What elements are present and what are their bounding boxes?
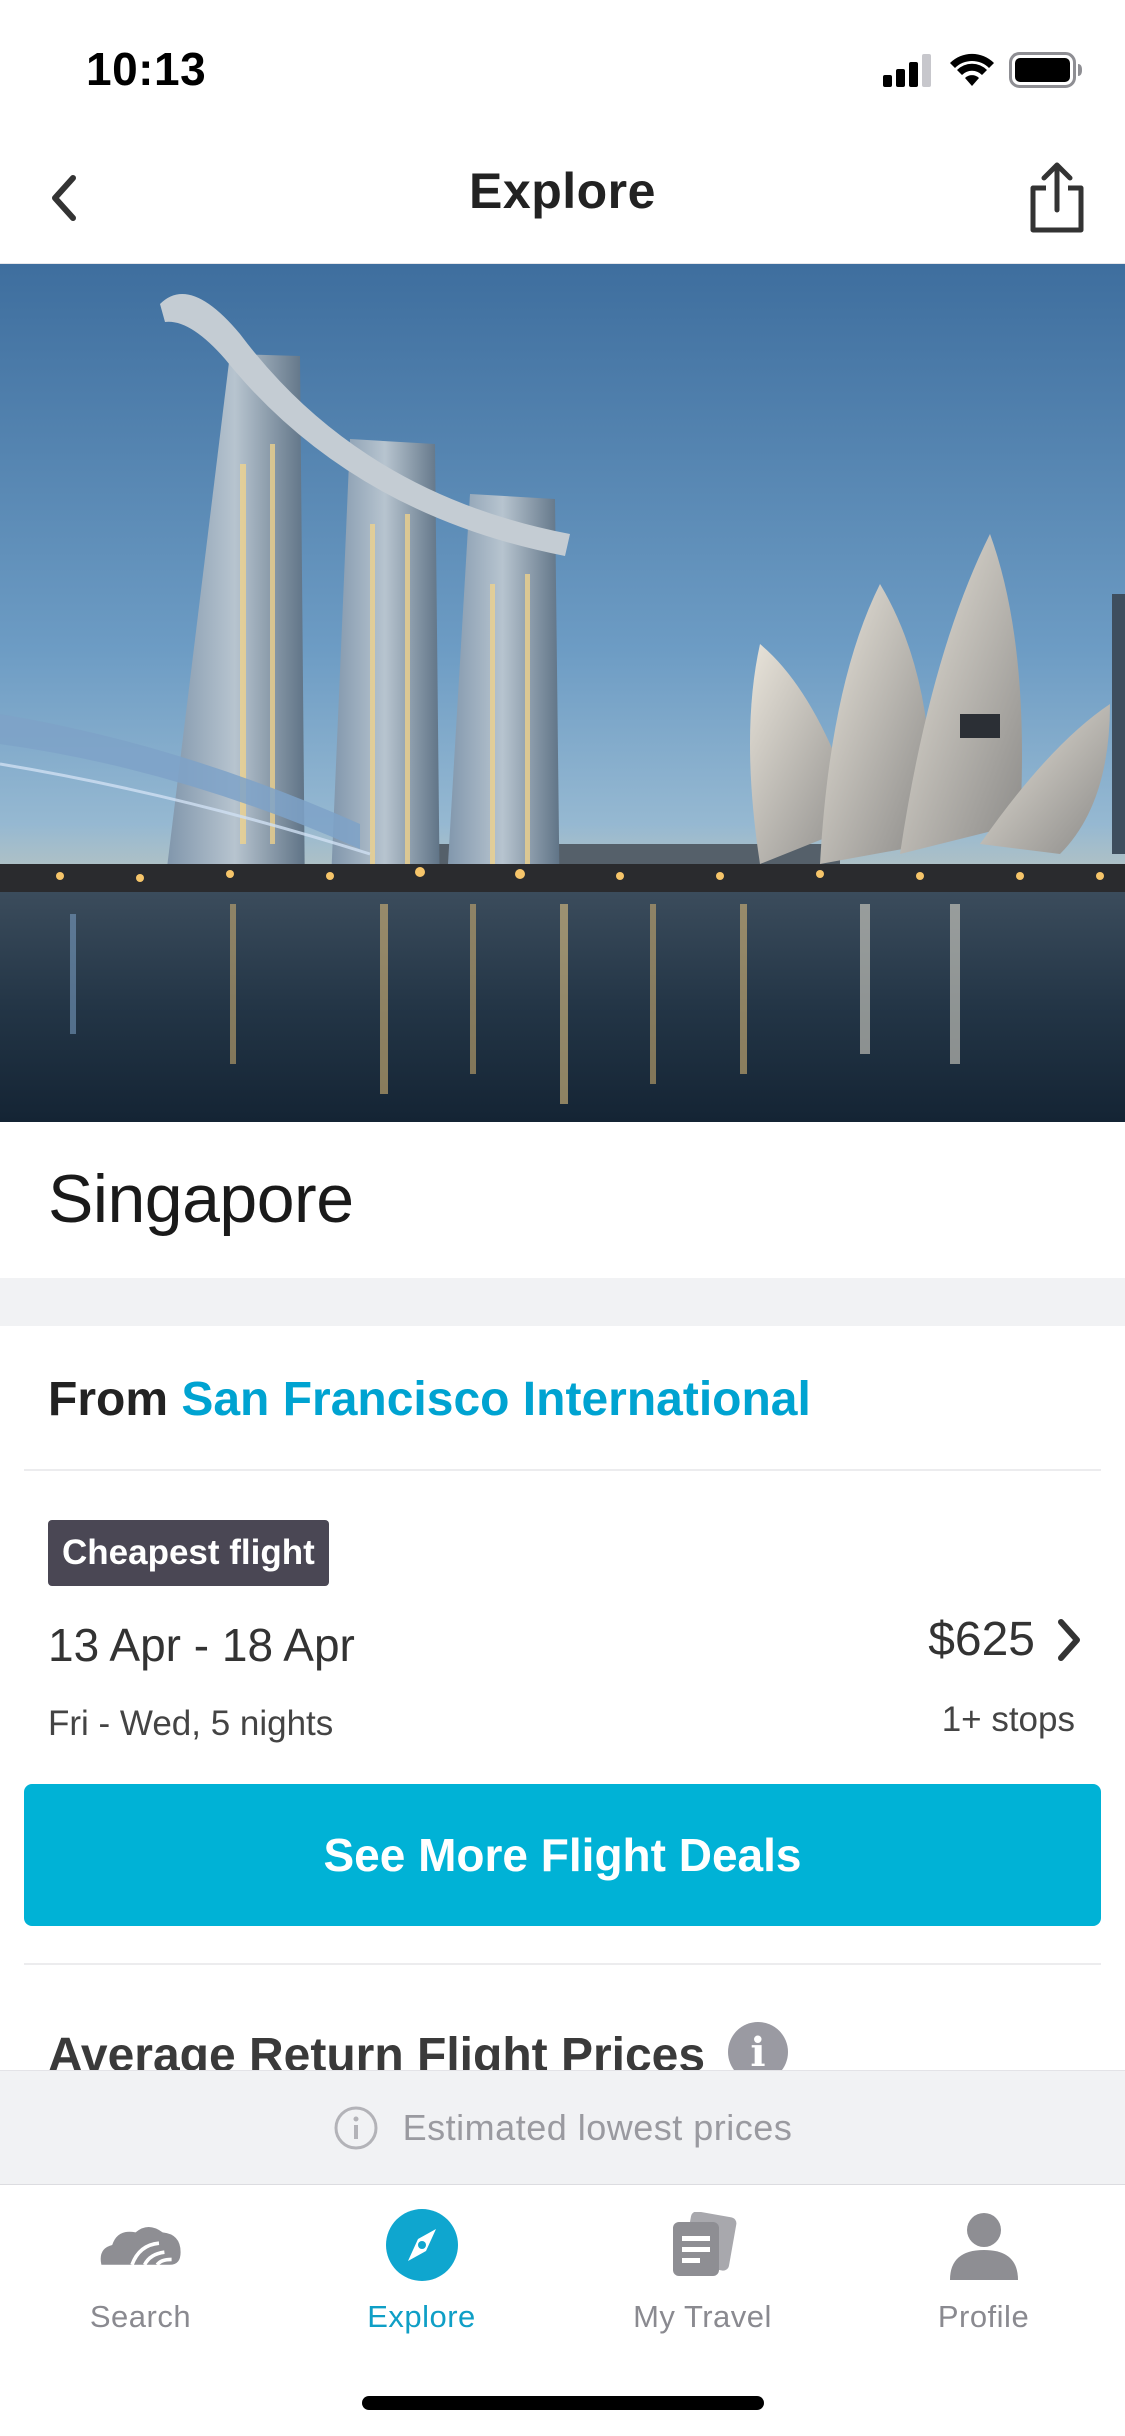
tab-profile[interactable]: Profile bbox=[843, 2205, 1124, 2345]
flight-stops: 1+ stops bbox=[941, 1700, 1075, 1739]
estimated-prices-text: Estimated lowest prices bbox=[402, 2106, 793, 2148]
status-bar: 10:13 bbox=[0, 0, 1125, 132]
status-icons bbox=[883, 50, 1083, 90]
destination-hero-image bbox=[0, 264, 1125, 1122]
origin-prefix: From bbox=[48, 1373, 168, 1426]
tab-label: Profile bbox=[937, 2299, 1030, 2334]
tab-my-travel[interactable]: My Travel bbox=[562, 2205, 843, 2345]
see-more-flight-deals-button[interactable]: See More Flight Deals bbox=[24, 1784, 1101, 1926]
page-title: Explore bbox=[469, 163, 656, 219]
skyscanner-cloud-icon bbox=[96, 2205, 186, 2285]
share-icon bbox=[1030, 162, 1084, 233]
share-button[interactable] bbox=[1007, 148, 1107, 248]
tab-label: Explore bbox=[367, 2299, 476, 2334]
singapore-skyline-illustration bbox=[0, 264, 1125, 1122]
estimated-prices-banner: Estimated lowest prices bbox=[0, 2070, 1125, 2184]
section-divider bbox=[0, 1278, 1125, 1326]
flight-dates[interactable]: 13 Apr - 18 Apr bbox=[48, 1618, 355, 1672]
divider bbox=[24, 1469, 1101, 1471]
cellular-signal-icon bbox=[883, 54, 931, 87]
flight-days: Fri - Wed, 5 nights bbox=[48, 1704, 334, 1743]
flight-price: $625 bbox=[928, 1613, 1035, 1666]
person-icon bbox=[939, 2205, 1029, 2285]
status-time: 10:13 bbox=[86, 43, 207, 95]
battery-icon bbox=[1009, 52, 1082, 88]
nav-bar: Explore bbox=[0, 132, 1125, 264]
flight-price-link[interactable]: $625 bbox=[928, 1612, 1083, 1667]
compass-icon bbox=[377, 2205, 467, 2285]
documents-icon bbox=[658, 2205, 748, 2285]
explore-screen: 10:13 Explore Singapore From San Francis… bbox=[0, 0, 1125, 2436]
cheapest-flight-badge: Cheapest flight bbox=[48, 1520, 329, 1586]
home-indicator[interactable] bbox=[362, 2396, 764, 2410]
divider bbox=[24, 1963, 1101, 1965]
chevron-right-icon bbox=[1058, 1618, 1080, 1661]
origin-row[interactable]: From San Francisco International bbox=[48, 1372, 811, 1427]
info-outline-icon bbox=[334, 2106, 378, 2149]
tab-search[interactable]: Search bbox=[0, 2205, 281, 2345]
origin-airport-link[interactable]: San Francisco International bbox=[181, 1373, 810, 1426]
tab-label: Search bbox=[89, 2299, 192, 2334]
wifi-icon bbox=[950, 53, 994, 86]
destination-title: Singapore bbox=[48, 1161, 354, 1237]
tab-explore[interactable]: Explore bbox=[281, 2205, 562, 2345]
tab-label: My Travel bbox=[633, 2299, 772, 2334]
